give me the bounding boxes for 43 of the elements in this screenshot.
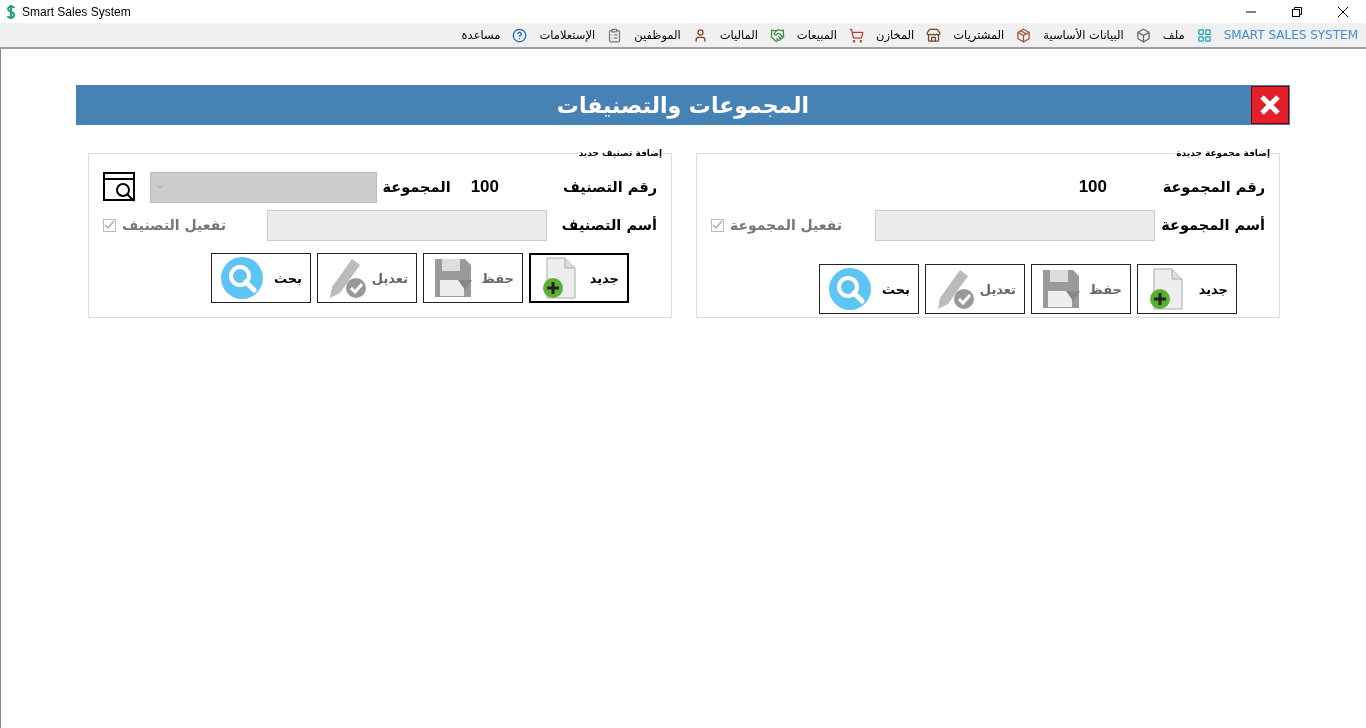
restore-icon xyxy=(1292,6,1302,17)
field-label: المجموعة xyxy=(382,179,451,195)
menu-item[interactable]: الماليات xyxy=(719,28,758,42)
check-icon xyxy=(104,219,115,231)
field-label: أسم المجموعة xyxy=(1160,217,1265,233)
field-label: أسم التصنيف xyxy=(560,217,657,233)
number-value: 100 xyxy=(1078,177,1107,197)
menu-item[interactable]: مساعدة xyxy=(461,28,501,42)
menu-item[interactable]: البيانات الأساسية xyxy=(1043,28,1124,42)
menu-item[interactable]: المخازن xyxy=(876,28,915,42)
store-icon xyxy=(926,27,942,43)
field-label: رقم المجموعة xyxy=(1161,179,1265,195)
menu-item[interactable]: المبيعات xyxy=(796,28,837,42)
close-icon xyxy=(1338,6,1348,17)
form-title: المجموعات والتصنيفات xyxy=(556,92,810,118)
new-button[interactable]: جديد xyxy=(1137,264,1237,314)
lookup-window-icon[interactable] xyxy=(103,170,137,204)
close-icon xyxy=(1259,94,1281,116)
person-icon xyxy=(692,27,708,43)
check-icon xyxy=(712,219,723,231)
package-icon xyxy=(1016,27,1032,43)
new-button[interactable]: جديد xyxy=(529,253,629,303)
menu-item[interactable]: المشتريات xyxy=(953,28,1005,42)
menu-item[interactable]: الموظفين xyxy=(634,28,681,42)
handshake-icon xyxy=(769,27,785,43)
field-label: رقم التصنيف xyxy=(562,179,657,195)
clipboard-icon xyxy=(607,27,623,43)
panel-legend: إضافة مجموعة جديدة xyxy=(1175,148,1271,158)
menu-item[interactable]: ملف xyxy=(1162,28,1185,42)
panel-legend: إضافة تصنيف جديد xyxy=(577,148,663,158)
search-icon xyxy=(220,256,264,300)
number-value: 100 xyxy=(470,177,499,197)
grid-icon xyxy=(1196,27,1212,43)
help-icon xyxy=(512,27,528,43)
menu-item[interactable]: الإستعلامات xyxy=(539,28,596,42)
search-button[interactable]: بحث xyxy=(819,264,919,314)
box-icon xyxy=(1135,27,1151,43)
search-icon xyxy=(828,267,872,311)
search-button[interactable]: بحث xyxy=(211,253,311,303)
close-form-button[interactable] xyxy=(1251,86,1289,124)
cart-icon xyxy=(849,27,864,43)
window-title: Smart Sales System xyxy=(22,4,131,19)
dollar-icon xyxy=(6,3,16,20)
